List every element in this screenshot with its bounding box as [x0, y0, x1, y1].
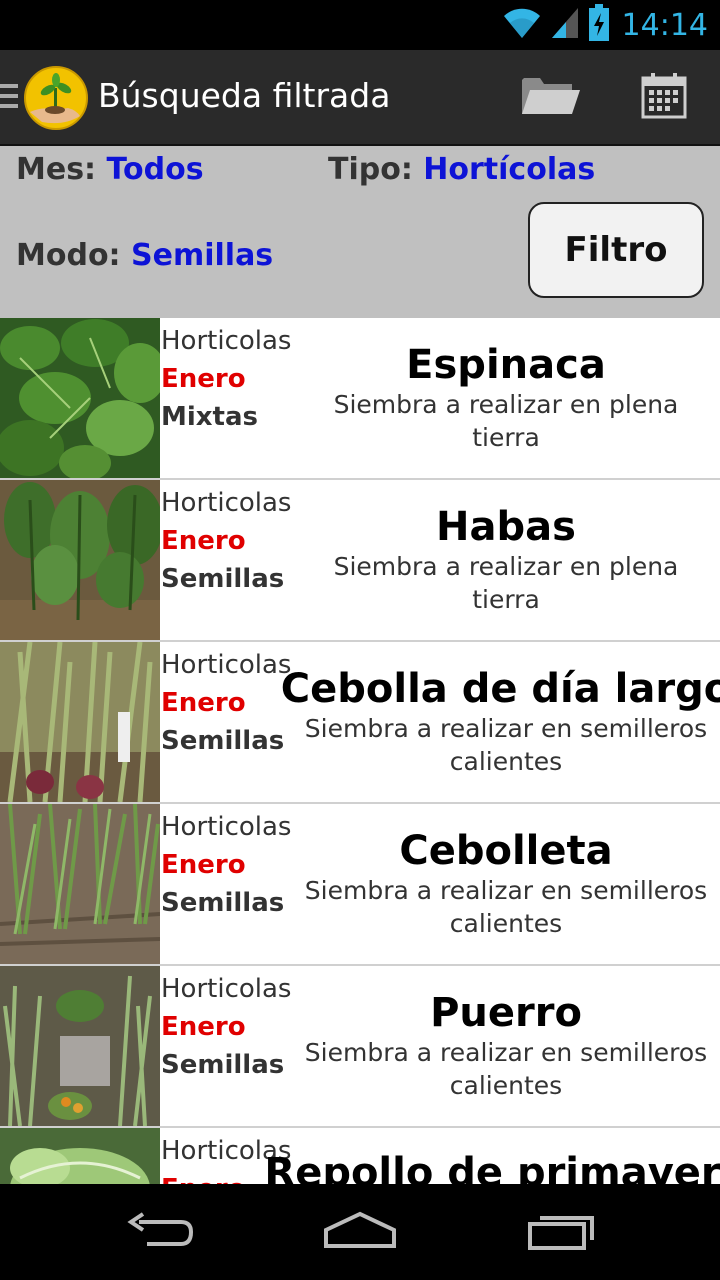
item-description: Siembra a realizar en semilleros calient…	[304, 876, 708, 938]
plant-thumbnail	[0, 804, 160, 964]
type-filter-value: Hortícolas	[423, 152, 596, 187]
item-mode: Semillas	[161, 888, 285, 918]
plant-thumbnail	[0, 966, 160, 1126]
list-item[interactable]: Horticolas Enero Semillas Cebolleta Siem…	[0, 804, 720, 966]
month-filter: Mes: Todos	[16, 152, 204, 187]
item-content: Repollo de primavera	[264, 1128, 720, 1184]
item-content: Habas Siembra a realizar en plena tierra	[296, 480, 716, 640]
home-button[interactable]	[315, 1202, 405, 1262]
plant-thumbnail	[0, 480, 160, 640]
mode-filter-label: Modo:	[16, 238, 121, 273]
item-content: Puerro Siembra a realizar en semilleros …	[296, 966, 716, 1126]
page-title: Búsqueda filtrada	[98, 76, 391, 115]
item-content: Cebolla de día largo Siembra a realizar …	[281, 642, 720, 802]
item-category: Horticolas	[161, 488, 292, 518]
item-name: Puerro	[430, 990, 582, 1036]
item-mode: Mixtas	[161, 402, 259, 432]
type-filter: Tipo: Hortícolas	[328, 152, 595, 187]
status-bar: 14:14	[0, 0, 720, 50]
item-meta: Horticolas Enero Semillas	[161, 808, 301, 922]
clock: 14:14	[621, 7, 708, 43]
item-description: Siembra a realizar en semilleros calient…	[304, 714, 708, 776]
list-item[interactable]: Horticolas Enero Semillas Habas Siembra …	[0, 480, 720, 642]
app-logo[interactable]	[24, 66, 88, 130]
back-icon	[125, 1210, 195, 1254]
open-folder-button[interactable]	[514, 64, 586, 132]
battery-charging-icon	[588, 4, 610, 46]
item-description: Siembra a realizar en plena tierra	[333, 552, 679, 614]
item-month: Enero	[161, 364, 246, 394]
item-name: Cebolleta	[399, 828, 613, 874]
wifi-icon	[502, 6, 542, 44]
item-description: Siembra a realizar en semilleros calient…	[304, 1038, 708, 1100]
item-meta: Horticolas Enero Mixtas	[161, 322, 301, 436]
item-month: Enero	[161, 1012, 246, 1042]
filter-button[interactable]: Filtro	[528, 202, 704, 298]
list-item[interactable]: Horticolas Enero Mixtas Espinaca Siembra…	[0, 318, 720, 480]
item-meta: Horticolas Enero Semillas	[161, 970, 301, 1084]
item-mode: Semillas	[161, 726, 285, 756]
item-mode: Semillas	[161, 1050, 285, 1080]
plant-thumbnail	[0, 642, 160, 802]
item-name: Repollo de primavera	[264, 1150, 720, 1184]
recent-apps-button[interactable]	[517, 1202, 607, 1262]
calendar-icon	[641, 73, 687, 123]
plant-thumbnail	[0, 318, 160, 478]
item-category: Horticolas	[161, 974, 292, 1004]
item-meta: Horticolas Enero Semillas	[161, 484, 301, 598]
item-name: Habas	[436, 504, 576, 550]
list-item[interactable]: Horticolas Enero Semillas Cebolla de día…	[0, 642, 720, 804]
item-category: Horticolas	[161, 326, 292, 356]
plant-list[interactable]: Horticolas Enero Mixtas Espinaca Siembra…	[0, 318, 720, 1184]
item-description: Siembra a realizar en plena tierra	[333, 390, 679, 452]
month-filter-value: Todos	[106, 152, 204, 187]
item-content: Espinaca Siembra a realizar en plena tie…	[296, 318, 716, 478]
recent-apps-icon	[526, 1210, 598, 1254]
item-name: Cebolla de día largo	[280, 666, 720, 712]
month-filter-label: Mes:	[16, 152, 97, 187]
item-category: Horticolas	[161, 812, 292, 842]
folder-icon	[520, 74, 580, 122]
navigation-bar	[0, 1184, 720, 1280]
mode-filter-value: Semillas	[131, 238, 274, 273]
home-icon	[322, 1210, 398, 1254]
item-month: Enero	[161, 850, 246, 880]
item-month: Enero	[161, 526, 246, 556]
item-mode: Semillas	[161, 564, 285, 594]
action-bar: Búsqueda filtrada	[0, 50, 720, 146]
drawer-indicator-icon[interactable]	[0, 84, 18, 112]
calendar-button[interactable]	[628, 64, 700, 132]
list-item[interactable]: Horticolas Enero Repollo de primavera	[0, 1128, 720, 1184]
mode-filter: Modo: Semillas	[16, 238, 273, 273]
filter-panel: Mes: Todos Tipo: Hortícolas Modo: Semill…	[0, 146, 720, 318]
list-item[interactable]: Horticolas Enero Semillas Puerro Siembra…	[0, 966, 720, 1128]
type-filter-label: Tipo:	[328, 152, 413, 187]
signal-icon	[550, 6, 580, 44]
item-content: Cebolleta Siembra a realizar en semiller…	[296, 804, 716, 964]
back-button[interactable]	[115, 1202, 205, 1262]
plant-thumbnail	[0, 1128, 160, 1184]
item-name: Espinaca	[406, 342, 606, 388]
status-icons: 14:14	[502, 0, 708, 50]
